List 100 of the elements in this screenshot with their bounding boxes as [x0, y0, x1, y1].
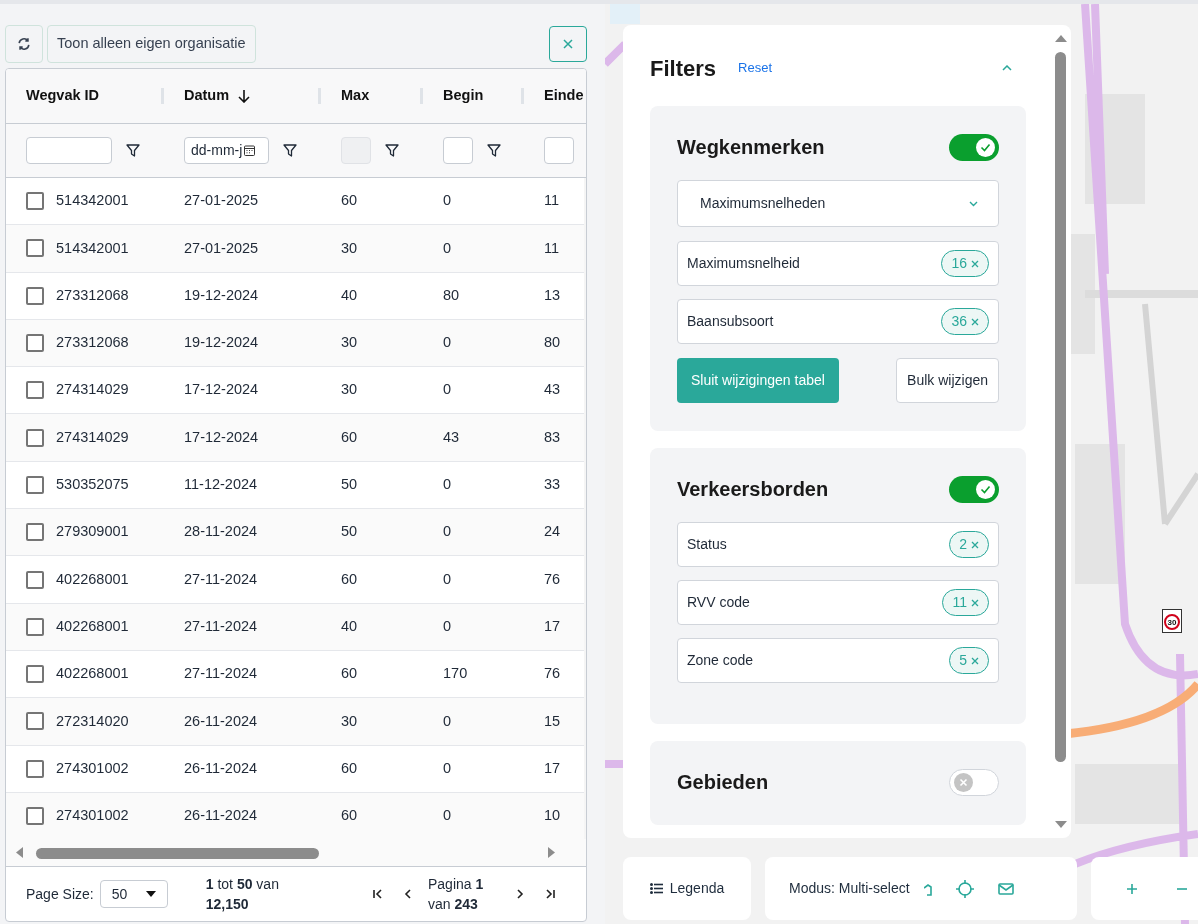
category-dropdown[interactable]: Maximumsnelheden [677, 180, 999, 227]
table-cell-text: 514342001 [56, 191, 129, 211]
table-cell-text: 402268001 [56, 616, 129, 636]
zoom-out-icon[interactable] [1176, 887, 1188, 890]
calendar-icon[interactable] [244, 145, 256, 156]
table-cell-text: 0 [443, 616, 452, 636]
row-checkbox[interactable] [26, 570, 44, 589]
scroll-right-icon[interactable] [548, 847, 555, 858]
table-cell-text: 50 [341, 522, 358, 542]
table-cell-text: 514342001 [56, 238, 129, 258]
filter-icon[interactable] [126, 144, 140, 157]
list-icon [649, 883, 663, 894]
clear-icon[interactable] [971, 598, 979, 607]
record-summary: 1 tot 50 van 12,150 [205, 875, 280, 914]
filter-field[interactable]: Baansubsoort 36 [677, 299, 999, 344]
section-toggle[interactable] [949, 133, 999, 161]
filter-field[interactable]: Maximumsnelheid 16 [677, 241, 999, 286]
legend-button[interactable]: Legenda [623, 857, 751, 920]
table-cell-text: 28-11-2024 [184, 522, 258, 542]
table-cell-text: 27-11-2024 [184, 664, 258, 684]
table-cell-text: 19-12-2024 [184, 285, 259, 305]
row-checkbox[interactable] [26, 523, 44, 542]
filter-input[interactable] [544, 137, 574, 164]
clear-icon[interactable] [971, 540, 979, 549]
row-checkbox[interactable] [26, 475, 44, 494]
zoom-in-icon[interactable] [1126, 882, 1138, 895]
filter-input[interactable] [26, 137, 112, 164]
clear-icon[interactable] [971, 317, 979, 326]
filter-field[interactable]: Zone code 5 [677, 638, 999, 683]
column-header[interactable]: Datum [184, 85, 230, 107]
row-checkbox[interactable] [26, 239, 44, 258]
table-cell-text: 76 [544, 569, 561, 589]
table-cell-text: 402268001 [56, 569, 129, 589]
first-page-icon[interactable] [372, 888, 384, 900]
filter-icon[interactable] [385, 144, 399, 157]
page-size-label: Page Size: [26, 884, 94, 904]
table-cell-text: 27-11-2024 [184, 569, 258, 589]
section-title: Verkeersborden [677, 477, 829, 502]
row-checkbox[interactable] [26, 712, 44, 731]
row-checkbox[interactable] [26, 759, 44, 778]
column-header[interactable]: Wegvak ID [26, 85, 100, 107]
section-toggle[interactable] [949, 475, 999, 503]
column-header[interactable]: Einde [544, 85, 584, 107]
clear-icon[interactable] [971, 656, 979, 665]
filter-label: Zone code [687, 651, 754, 670]
table-cell-text: 60 [341, 427, 358, 447]
table-cell-text: 0 [443, 380, 452, 400]
filter-input[interactable] [443, 137, 473, 164]
table-cell-text: 273312068 [56, 333, 129, 353]
table-cell-text: 40 [341, 616, 358, 636]
table-cell-text: 0 [443, 758, 452, 778]
table-cell-text: 0 [443, 806, 452, 826]
row-checkbox[interactable] [26, 617, 44, 636]
page-size-select[interactable]: 50 [99, 880, 168, 908]
refresh-button[interactable] [5, 25, 43, 63]
table-cell-text: 40 [341, 285, 358, 305]
horizontal-scrollbar[interactable] [6, 839, 586, 867]
table-cell-text: 15 [544, 711, 561, 731]
table-cell-text: 279309001 [56, 522, 129, 542]
date-filter-input[interactable]: dd-mm-j [184, 137, 269, 164]
filter-icon[interactable] [487, 144, 501, 157]
column-header[interactable]: Begin [443, 85, 484, 107]
row-checkbox[interactable] [26, 428, 44, 447]
previous-page-icon[interactable] [404, 888, 412, 900]
close-icon [563, 39, 573, 49]
reset-link[interactable]: Reset [738, 58, 772, 78]
scroll-down-icon[interactable] [1055, 821, 1067, 828]
clear-icon[interactable] [971, 259, 979, 268]
section-toggle[interactable] [949, 768, 999, 796]
last-page-icon[interactable] [544, 888, 556, 900]
row-checkbox[interactable] [26, 192, 44, 211]
mail-icon[interactable] [997, 882, 1014, 895]
filter-icon[interactable] [283, 144, 297, 157]
table-cell-text: 11-12-2024 [184, 475, 258, 495]
next-page-icon[interactable] [516, 888, 524, 900]
vertical-scrollbar[interactable] [584, 178, 586, 839]
row-checkbox[interactable] [26, 381, 44, 400]
sort-down-icon[interactable] [238, 89, 251, 103]
close-button[interactable] [549, 26, 587, 62]
row-checkbox[interactable] [26, 286, 44, 305]
mode-label: Modus: Multi-select [789, 879, 910, 898]
collapse-icon[interactable] [1002, 65, 1012, 71]
row-checkbox[interactable] [26, 665, 44, 684]
own-organisation-button[interactable]: Toon alleen eigen organisatie [47, 25, 256, 63]
row-checkbox[interactable] [26, 334, 44, 353]
bulk-edit-button[interactable]: Bulk wijzigen [896, 358, 999, 403]
filter-label: Maximumsnelheid [687, 254, 800, 273]
locate-icon[interactable] [955, 879, 974, 898]
speed-limit-sign-icon: 30 [1162, 609, 1182, 633]
table-cell-text: 33 [544, 475, 561, 495]
filter-field[interactable]: Status 2 [677, 522, 999, 567]
table-cell-text: 19-12-2024 [184, 333, 259, 353]
column-header[interactable]: Max [341, 85, 370, 107]
row-checkbox[interactable] [26, 807, 44, 825]
section-title: Wegkenmerken [677, 135, 825, 160]
scroll-up-icon[interactable] [1055, 35, 1067, 42]
scroll-left-icon[interactable] [16, 847, 23, 858]
filter-field[interactable]: RVV code 11 [677, 580, 999, 625]
check-icon [976, 137, 995, 157]
table-cell-text: 274314029 [56, 427, 129, 447]
